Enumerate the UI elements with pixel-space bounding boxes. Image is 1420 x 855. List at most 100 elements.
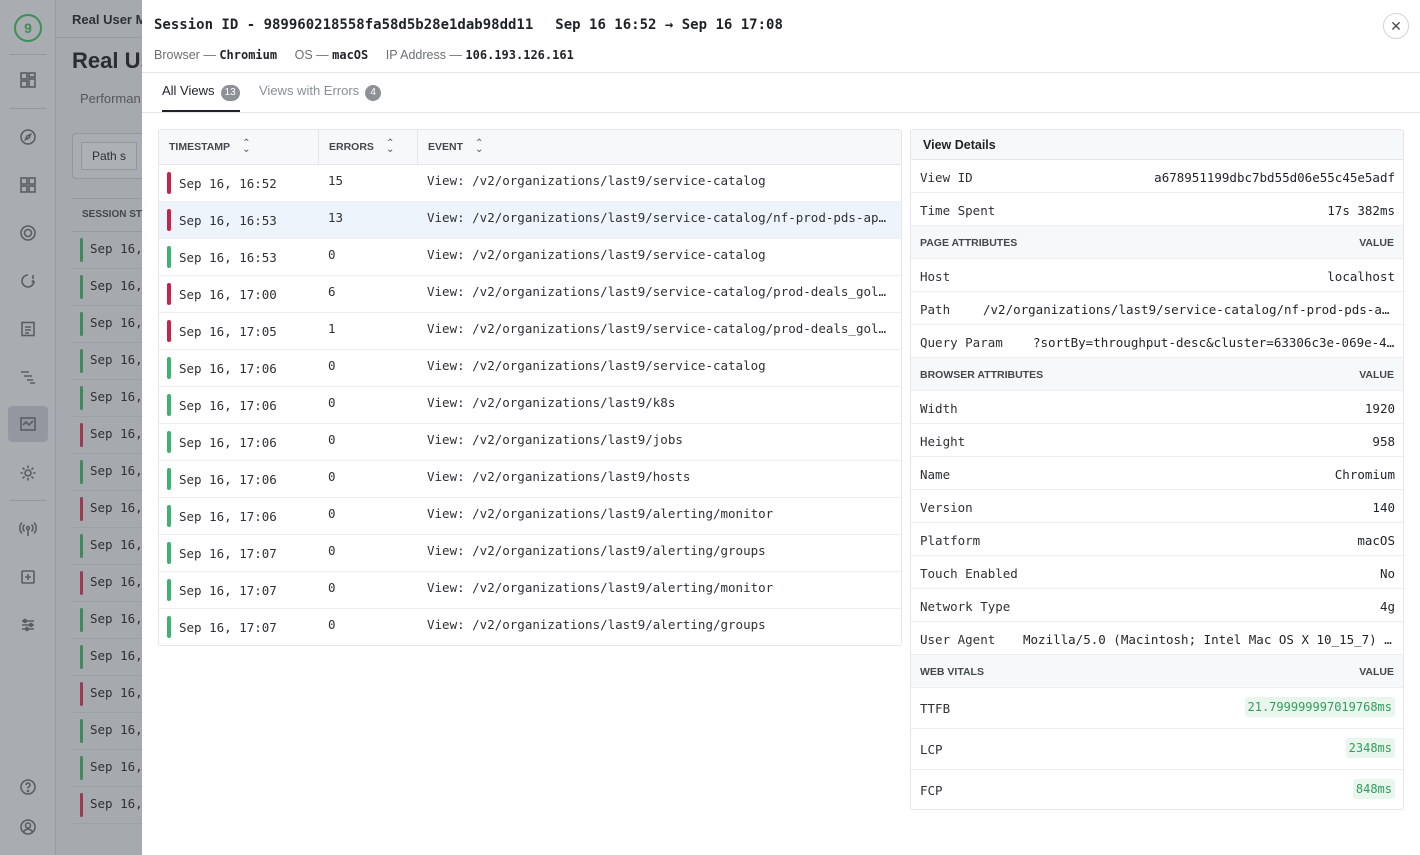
table-row[interactable]: Sep 16, 17:07 0 View: /v2/organizations/la… [159,535,901,572]
session-row[interactable]: Sep 16, [72,639,142,676]
tab-performance[interactable]: Performan [80,91,141,106]
status-indicator [167,579,171,601]
table-row[interactable]: Sep 16, 17:07 0 View: /v2/organizations/la… [159,609,901,645]
detail-row: Host localhost [911,259,1403,292]
errors-cell: 0 [328,247,336,262]
session-row[interactable]: Sep 16, [72,269,142,306]
sort-icon[interactable]: ⌃ ⌄ [386,139,394,155]
table-row[interactable]: Sep 16, 16:53 0 View: /v2/organizations/la… [159,239,901,276]
compass-icon[interactable] [17,126,39,148]
vital-value-badge: 2348ms [1345,738,1395,758]
detail-value: 958 [1372,434,1395,449]
path-filter[interactable]: Path s [81,142,138,170]
tab-count-badge: 13 [220,85,240,101]
session-range: Sep 16 16:52 → Sep 16 17:08 [555,17,783,33]
drawer-header: Session ID - 989960218558fa58d5b28e1dab9… [142,0,1420,73]
detail-value: No [1379,566,1395,581]
table-row[interactable]: Sep 16, 16:52 15 View: /v2/organizations/l… [159,165,901,202]
table-row[interactable]: Sep 16, 17:06 0 View: /v2/organizations/la… [159,424,901,461]
app-title: Real User M [56,0,142,38]
session-row[interactable]: Sep 16, [72,454,142,491]
table-row[interactable]: Sep 16, 17:00 6 View: /v2/organizations/la… [159,276,901,313]
detail-row: Platform macOS [911,523,1403,556]
tab-all-views[interactable]: All Views 13 [162,83,240,112]
table-row[interactable]: Sep 16, 17:07 0 View: /v2/organizations/la… [159,572,901,609]
table-row[interactable]: Sep 16, 17:06 0 View: /v2/organizations/la… [159,498,901,535]
session-row[interactable]: Sep 16, [72,306,142,343]
event-cell: View: /v2/organizations/last9/service-ca… [427,321,893,336]
session-row[interactable]: Sep 16, [72,602,142,639]
settings-cog-icon[interactable] [17,462,39,484]
table-row[interactable]: Sep 16, 17:06 0 View: /v2/organizations/la… [159,350,901,387]
session-row[interactable]: Sep 16, [72,750,142,787]
status-indicator [167,616,171,638]
session-row[interactable]: Sep 16, [72,713,142,750]
box-icon[interactable] [17,566,39,588]
detail-row: Time Spent 17s 382ms [911,193,1403,226]
user-icon[interactable] [17,816,39,838]
errors-cell: 1 [328,321,336,336]
status-indicator [80,497,83,521]
session-start-text: Sep 16, [90,685,142,700]
session-row[interactable]: Sep 16, [72,343,142,380]
detail-row: Version 140 [911,490,1403,523]
session-row[interactable]: Sep 16, [72,491,142,528]
detail-value: VALUE [1359,369,1394,381]
help-icon[interactable] [17,776,39,798]
event-cell: View: /v2/organizations/last9/hosts [427,469,691,484]
status-indicator [167,320,171,342]
detail-value: 17s 382ms [1327,203,1395,218]
session-row[interactable]: Sep 16, [72,528,142,565]
session-table-header[interactable]: SESSION ST [72,198,142,232]
grid-icon[interactable] [17,174,39,196]
sliders-icon[interactable] [17,614,39,636]
timestamp-cell: Sep 16, 17:06 [179,509,277,524]
table-row[interactable]: Sep 16, 17:05 1 View: /v2/organizations/la… [159,313,901,350]
detail-value: 1920 [1364,401,1395,416]
divider [10,500,46,501]
logo-icon[interactable]: 9 [14,14,42,42]
web-vital-row: TTFB 21.799999997019768ms [911,688,1403,729]
session-start-text: Sep 16, [90,352,142,367]
rum-icon[interactable] [8,406,48,442]
status-indicator [80,793,83,817]
view-details-title: View Details [911,130,1403,160]
detail-key: PAGE ATTRIBUTES [920,237,1018,249]
alert-icon[interactable] [17,270,39,292]
signal-icon[interactable] [17,518,39,540]
detail-row: Height 958 [911,424,1403,457]
vital-value-badge: 21.799999997019768ms [1244,697,1395,717]
table-row[interactable]: Sep 16, 17:06 0 View: /v2/organizations/la… [159,387,901,424]
column-header-label: EVENT [428,141,464,153]
os-value: macOS [332,48,369,62]
browser-attributes-header: BROWSER ATTRIBUTES VALUE [911,358,1403,391]
timestamp-cell: Sep 16, 16:52 [179,176,277,191]
session-row[interactable]: Sep 16, [72,565,142,602]
session-row[interactable]: Sep 16, [72,676,142,713]
session-row[interactable]: Sep 16, [72,380,142,417]
target-icon[interactable] [17,222,39,244]
detail-key: BROWSER ATTRIBUTES [920,369,1044,381]
table-row[interactable]: Sep 16, 17:06 0 View: /v2/organizations/la… [159,461,901,498]
column-header-event[interactable]: EVENT ⌃ ⌄ [418,130,901,165]
sort-icon[interactable]: ⌃ ⌄ [242,139,250,155]
sort-icon[interactable]: ⌃ ⌄ [475,139,483,155]
dashboard-icon[interactable] [17,69,39,91]
detail-row: Width 1920 [911,391,1403,424]
column-header-timestamp[interactable]: TIMESTAMP ⌃ ⌄ [159,130,319,165]
status-indicator [167,172,171,194]
table-row[interactable]: Sep 16, 16:53 13 View: /v2/organizations/l… [159,202,901,239]
session-title: Session ID - 989960218558fa58d5b28e1dab9… [154,17,783,33]
session-row[interactable]: Sep 16, [72,232,142,269]
traces-icon[interactable] [17,366,39,388]
session-row[interactable]: Sep 16, [72,417,142,454]
close-button[interactable]: ✕ [1383,13,1409,39]
web-vital-row: FCP 848ms [911,770,1403,809]
tab-views-with-errors[interactable]: Views with Errors 4 [259,83,382,112]
document-icon[interactable] [17,318,39,340]
detail-key: Network Type [920,599,1011,614]
errors-cell: 13 [328,210,344,225]
detail-value: VALUE [1359,666,1394,678]
session-row[interactable]: Sep 16, [72,787,142,824]
column-header-errors[interactable]: ERRORS ⌃ ⌄ [319,130,418,165]
